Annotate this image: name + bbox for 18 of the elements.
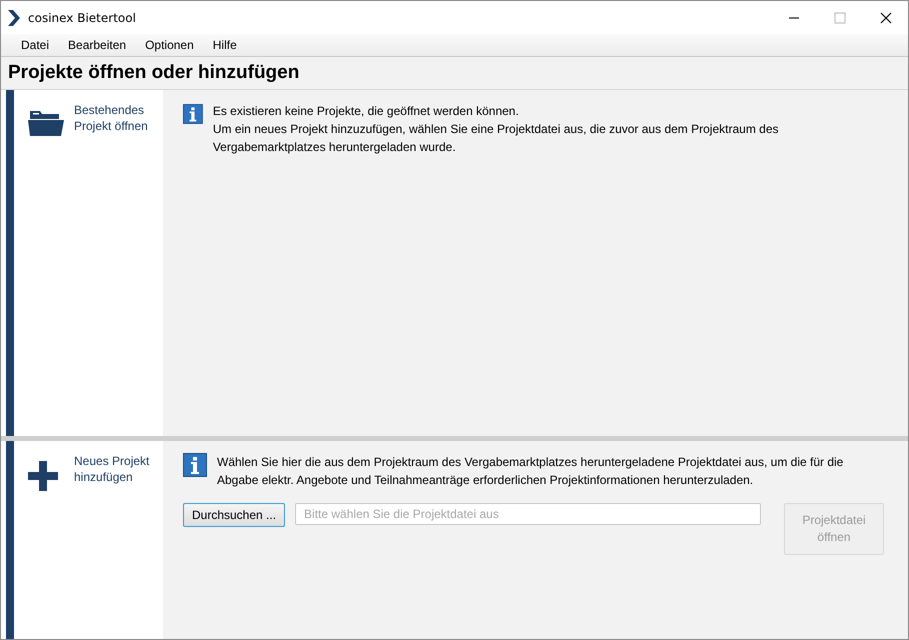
add-project-link[interactable]: Neues Projekt hinzufügen	[74, 453, 156, 485]
close-icon[interactable]	[880, 12, 892, 24]
menu-item[interactable]: Bearbeiten	[60, 38, 136, 52]
menu-item[interactable]: Hilfe	[204, 38, 246, 52]
info-icon	[183, 102, 203, 126]
menu-item[interactable]: Optionen	[137, 38, 203, 52]
plus-icon[interactable]	[28, 461, 58, 491]
info-text: Um ein neues Projekt hinzuzufügen, wählen Sie eine Projektdatei aus, die zuvor aus dem Projektraum des Vergabemarktplatzes heruntergeladen wurde.	[212, 121, 780, 156]
info-icon	[183, 453, 207, 477]
file-path-field[interactable]: Bitte wählen Sie die Projektdatei aus	[295, 503, 762, 525]
app-logo-icon	[8, 10, 20, 26]
browse-button[interactable]: Durchsuchen ...	[183, 503, 286, 527]
open-project-link[interactable]: Bestehendes Projekt öffnen	[74, 102, 156, 134]
info-text: Es existieren keine Projekte, die geöffnet werden können.	[212, 103, 520, 120]
window-title: cosinex Bietertool	[28, 10, 136, 24]
info-text: Wählen Sie hier die aus dem Projektraum des Vergabemarktplatzes heruntergeladene Projektdatei aus, um die für die Abgabe elektr. Angebote und Teilnahmeanträge erforderlichen Projektinformationen herunterzuladen.	[217, 454, 844, 489]
page-heading: Projekte öffnen oder hinzufügen	[1, 57, 908, 90]
menu-item[interactable]: Datei	[13, 38, 58, 52]
